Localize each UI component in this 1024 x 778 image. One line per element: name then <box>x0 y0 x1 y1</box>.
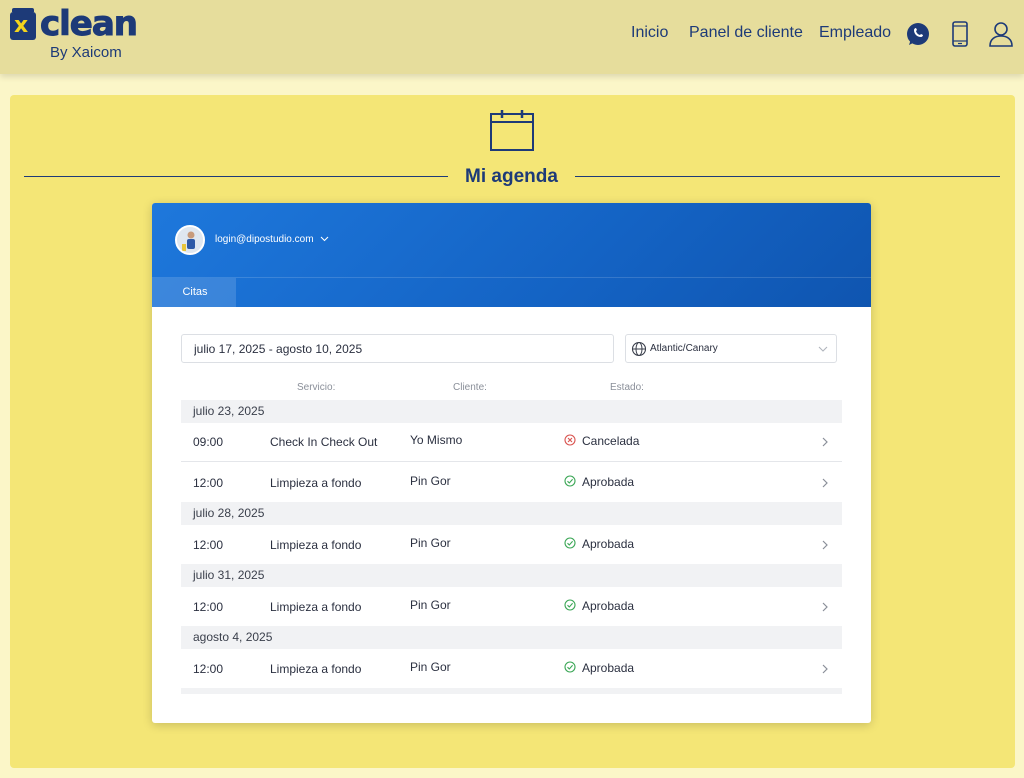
appointment-row[interactable]: 12:00 Limpieza a fondo Pin Gor Aprobada <box>181 463 842 502</box>
appointment-time: 09:00 <box>193 435 224 449</box>
nav-link-inicio[interactable]: Inicio <box>631 23 668 43</box>
logo-mark: x <box>14 13 29 38</box>
logo-box-icon: x <box>10 8 36 40</box>
cancelled-status-icon <box>564 434 576 446</box>
approved-status-icon <box>564 537 576 549</box>
avatar[interactable] <box>175 225 205 255</box>
user-icon[interactable] <box>988 20 1014 48</box>
nav-link-panel-cliente[interactable]: Panel de cliente <box>689 23 803 43</box>
brand-logo[interactable]: x clean By Xaicom <box>10 4 140 66</box>
column-header-estado: Estado: <box>610 382 644 393</box>
timezone-value: Atlantic/Canary <box>650 343 718 354</box>
user-email-dropdown[interactable]: login@dipostudio.com <box>215 233 329 247</box>
date-group-header: agosto 4, 2025 <box>181 626 842 649</box>
appointment-service: Limpieza a fondo <box>270 538 362 552</box>
appointment-row[interactable]: 12:00 Limpieza a fondo Pin Gor Aprobada <box>181 525 842 564</box>
chevron-down-icon <box>320 236 329 242</box>
chevron-right-icon <box>822 602 828 612</box>
appointment-client: Pin Gor <box>410 536 451 550</box>
page-title: Mi agenda <box>465 166 558 187</box>
site-header: x clean By Xaicom Inicio Panel de client… <box>0 0 1024 74</box>
column-header-servicio: Servicio: <box>297 382 336 393</box>
date-range-input[interactable] <box>181 334 614 363</box>
appointment-row[interactable]: 12:00 Limpieza a fondo Pin Gor Aprobada <box>181 587 842 626</box>
widget-header: login@dipostudio.com Citas <box>152 203 871 307</box>
chevron-right-icon <box>822 478 828 488</box>
appointment-time: 12:00 <box>193 600 224 614</box>
chevron-right-icon <box>822 664 828 674</box>
appointment-time: 12:00 <box>193 538 224 552</box>
appointment-status: Aprobada <box>582 537 635 551</box>
appointment-row[interactable]: 09:00 Check In Check Out Yo Mismo Cancel… <box>181 423 842 462</box>
appointment-service: Limpieza a fondo <box>270 476 362 490</box>
appointment-status: Cancelada <box>582 434 640 448</box>
globe-icon <box>631 341 647 357</box>
column-header-cliente: Cliente: <box>453 382 487 393</box>
appointment-client: Pin Gor <box>410 474 451 488</box>
appointment-status: Aprobada <box>582 661 635 675</box>
approved-status-icon <box>564 475 576 487</box>
list-end-divider <box>181 688 842 694</box>
title-divider-right <box>575 176 1000 177</box>
nav-link-empleado[interactable]: Empleado <box>819 23 891 43</box>
chevron-down-icon <box>818 346 828 352</box>
appointment-service: Limpieza a fondo <box>270 662 362 676</box>
title-divider-left <box>24 176 448 177</box>
logo-word: clean <box>39 4 138 45</box>
date-group-header: julio 28, 2025 <box>181 502 842 525</box>
mobile-phone-icon[interactable] <box>947 20 973 48</box>
timezone-select[interactable]: Atlantic/Canary <box>625 334 837 363</box>
user-email-text: login@dipostudio.com <box>215 234 314 245</box>
appointment-status: Aprobada <box>582 599 635 613</box>
approved-status-icon <box>564 661 576 673</box>
approved-status-icon <box>564 599 576 611</box>
date-group-header: julio 23, 2025 <box>181 400 842 423</box>
agenda-widget: login@dipostudio.com Citas Atlantic/Cana… <box>152 203 871 723</box>
appointment-status: Aprobada <box>582 475 635 489</box>
appointment-client: Pin Gor <box>410 660 451 674</box>
tab-citas[interactable]: Citas <box>152 278 236 307</box>
appointment-time: 12:00 <box>193 662 224 676</box>
appointment-service: Check In Check Out <box>270 435 378 449</box>
appointment-client: Pin Gor <box>410 598 451 612</box>
chevron-right-icon <box>822 540 828 550</box>
appointment-time: 12:00 <box>193 476 224 490</box>
calendar-icon <box>490 110 534 151</box>
logo-tagline: By Xaicom <box>50 44 122 61</box>
header-divider <box>152 277 871 278</box>
agenda-panel: Mi agenda login@dipostudio.com Citas jul… <box>10 95 1015 768</box>
appointment-row[interactable]: 12:00 Limpieza a fondo Pin Gor Aprobada <box>181 649 842 688</box>
chevron-right-icon <box>822 437 828 447</box>
appointment-service: Limpieza a fondo <box>270 600 362 614</box>
whatsapp-icon[interactable] <box>905 20 931 48</box>
date-group-header: julio 31, 2025 <box>181 564 842 587</box>
avatar-image <box>177 227 203 253</box>
appointment-client: Yo Mismo <box>410 433 463 447</box>
